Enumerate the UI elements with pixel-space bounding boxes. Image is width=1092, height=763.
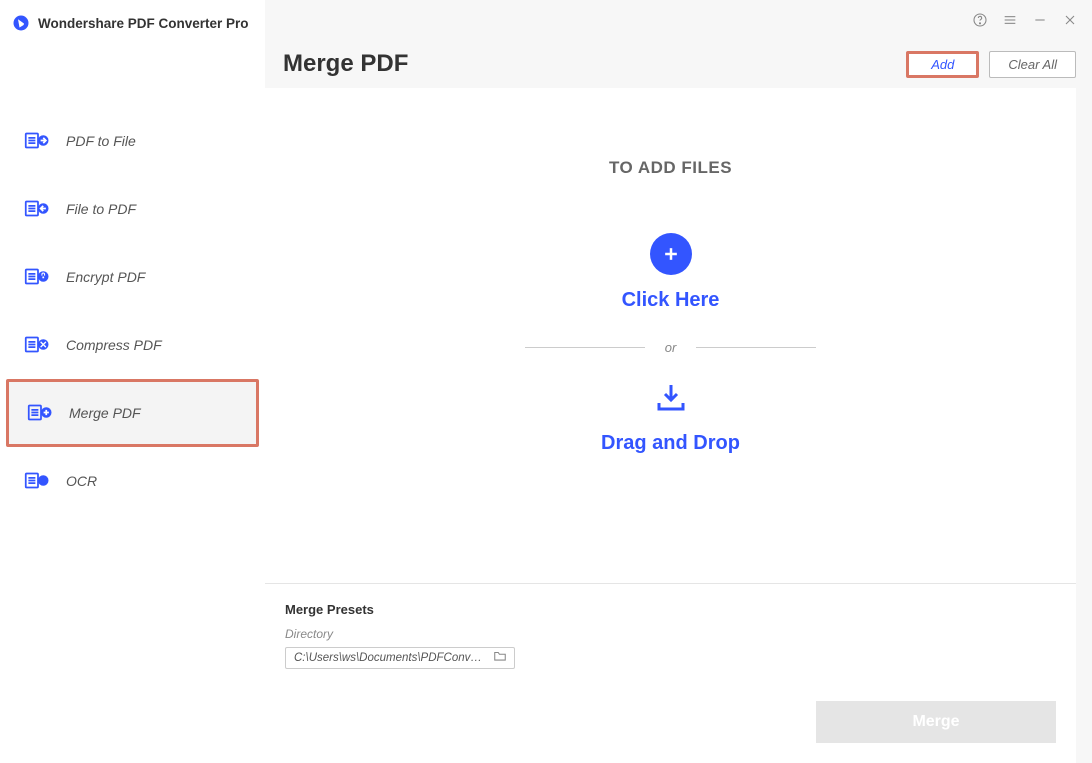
clear-all-button[interactable]: Clear All [989,51,1076,78]
header-actions: Add Clear All [906,51,1076,78]
directory-input[interactable]: C:\Users\ws\Documents\PDFConverterP [285,647,515,669]
menu-icon[interactable] [1002,12,1018,28]
sidebar-item-label: OCR [66,473,97,489]
help-icon[interactable] [972,12,988,28]
minimize-icon[interactable] [1032,12,1048,28]
page-header: Merge PDF Add Clear All [265,32,1092,88]
drag-and-drop-label: Drag and Drop [601,432,740,455]
content-area: TO ADD FILES Click Here or Drag and Drop… [265,88,1076,763]
sidebar-nav: PDF to File File to PDF Encrypt PDF Comp… [0,42,265,515]
merge-button[interactable]: Merge [816,701,1056,743]
app-title-bar: Wondershare PDF Converter Pro [0,0,265,42]
separator-line-right [696,347,816,348]
main-panel: Merge PDF Add Clear All TO ADD FILES Cli… [265,0,1092,763]
or-label: or [665,340,677,355]
sidebar-item-label: Merge PDF [69,405,141,421]
ocr-icon: A [24,470,52,492]
sidebar-item-compress-pdf[interactable]: Compress PDF [0,311,265,379]
sidebar-item-label: Encrypt PDF [66,269,145,285]
add-files-plus-icon[interactable] [650,233,692,275]
pdf-to-file-icon [24,130,52,152]
presets-title: Merge Presets [285,602,1056,617]
close-icon[interactable] [1062,12,1078,28]
compress-pdf-icon [24,334,52,356]
or-separator: or [525,340,817,355]
to-add-files-label: TO ADD FILES [609,158,732,178]
sidebar: Wondershare PDF Converter Pro PDF to Fil… [0,0,265,763]
sidebar-item-encrypt-pdf[interactable]: Encrypt PDF [0,243,265,311]
window-controls [265,0,1092,32]
encrypt-pdf-icon [24,266,52,288]
click-here-link[interactable]: Click Here [622,289,720,312]
directory-row: C:\Users\ws\Documents\PDFConverterP [285,647,1056,669]
download-tray-icon [653,383,689,418]
sidebar-item-pdf-to-file[interactable]: PDF to File [0,107,265,175]
sidebar-item-ocr[interactable]: A OCR [0,447,265,515]
drop-zone[interactable]: TO ADD FILES Click Here or Drag and Drop [265,88,1076,583]
merge-pdf-icon [27,402,55,424]
app-logo-icon [12,14,30,32]
merge-presets-panel: Merge Presets Directory C:\Users\ws\Docu… [265,583,1076,683]
sidebar-item-label: File to PDF [66,201,136,217]
page-title: Merge PDF [283,50,408,78]
directory-label: Directory [285,627,1056,641]
add-button[interactable]: Add [906,51,979,78]
sidebar-item-label: PDF to File [66,133,136,149]
sidebar-item-file-to-pdf[interactable]: File to PDF [0,175,265,243]
app-title: Wondershare PDF Converter Pro [38,16,249,31]
sidebar-item-merge-pdf[interactable]: Merge PDF [6,379,259,447]
separator-line-left [525,347,645,348]
file-to-pdf-icon [24,198,52,220]
svg-text:A: A [40,478,46,485]
browse-folder-icon[interactable] [493,649,507,667]
sidebar-item-label: Compress PDF [66,337,162,353]
merge-action-row: Merge [265,683,1076,763]
